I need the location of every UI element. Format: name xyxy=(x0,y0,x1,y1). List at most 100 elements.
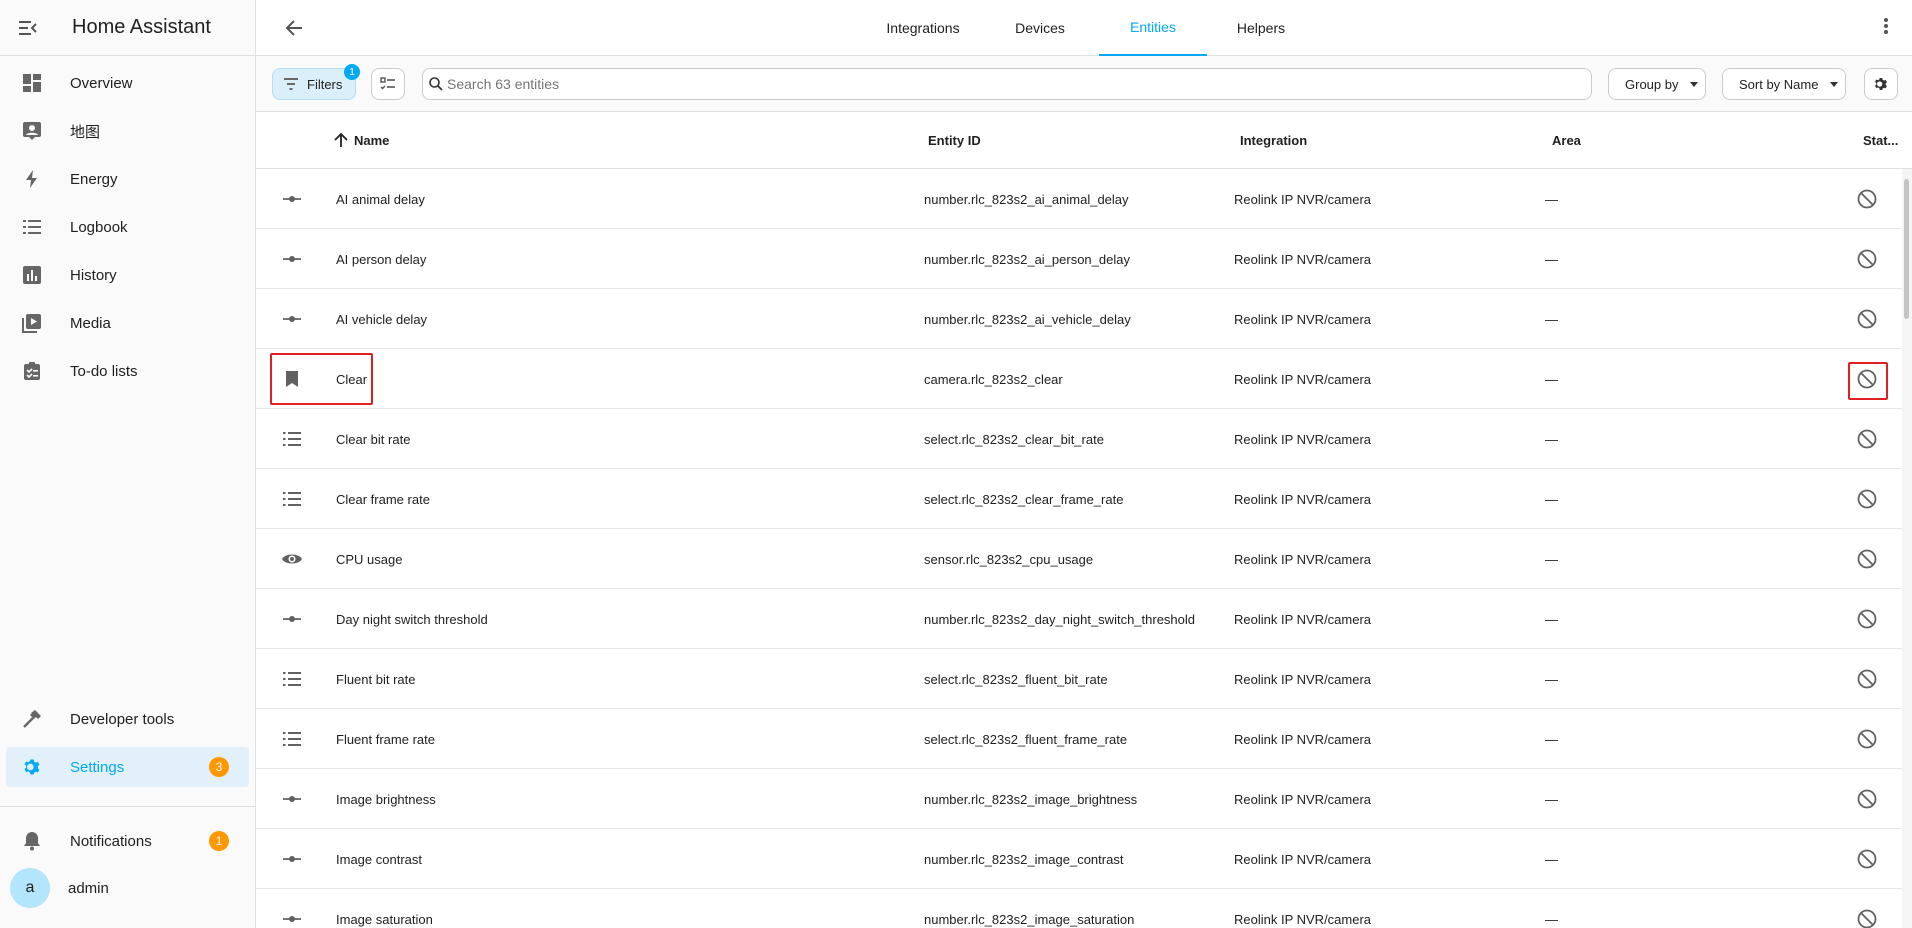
table-row[interactable]: Fluent bit rate select.rlc_823s2_fluent_b… xyxy=(256,649,1902,709)
group-by-dropdown[interactable]: Group by xyxy=(1608,68,1706,100)
table-row[interactable]: AI animal delay number.rlc_823s2_ai_anima… xyxy=(256,169,1902,229)
map-icon xyxy=(10,121,54,141)
sidebar-item-label: Notifications xyxy=(70,832,152,850)
eye-icon xyxy=(272,529,312,589)
tab-helpers[interactable]: Helpers xyxy=(1207,0,1315,56)
disabled-status-icon[interactable] xyxy=(1847,289,1887,349)
entity-area: — xyxy=(1545,611,1558,627)
sidebar-item-media[interactable]: Media xyxy=(6,303,249,343)
entity-id: number.rlc_823s2_image_brightness xyxy=(924,791,1138,807)
sidebar: Home Assistant Overview 地图 Energy Logboo… xyxy=(0,0,256,928)
menu-toggle-icon[interactable] xyxy=(0,0,56,56)
table-row[interactable]: Image contrast number.rlc_823s2_image_con… xyxy=(256,829,1902,889)
selection-mode-button[interactable] xyxy=(371,68,405,100)
search-input[interactable] xyxy=(447,76,1547,92)
table-row[interactable]: AI vehicle delay number.rlc_823s2_ai_vehi… xyxy=(256,289,1902,349)
sidebar-item-label: 地图 xyxy=(70,123,101,141)
disabled-status-icon[interactable] xyxy=(1847,409,1887,469)
column-header-area[interactable]: Area xyxy=(1552,112,1581,168)
slider-icon xyxy=(272,289,312,349)
gear-icon xyxy=(10,757,54,777)
entity-area: — xyxy=(1545,491,1558,507)
entity-name: AI vehicle delay xyxy=(336,311,428,327)
slider-icon xyxy=(272,889,312,928)
caret-down-icon xyxy=(1690,81,1699,87)
scrollbar[interactable] xyxy=(1902,169,1912,928)
entity-id: select.rlc_823s2_clear_frame_rate xyxy=(924,491,1124,507)
disabled-status-icon[interactable] xyxy=(1847,169,1887,229)
entity-name: Image saturation xyxy=(336,911,433,927)
entity-name: Image brightness xyxy=(336,791,436,807)
avatar: a xyxy=(10,868,50,908)
disabled-status-icon[interactable] xyxy=(1847,529,1887,589)
sidebar-item-energy[interactable]: Energy xyxy=(6,159,249,199)
sidebar-item-user[interactable]: a admin xyxy=(6,868,249,908)
search-bar xyxy=(422,68,1592,100)
entity-id: number.rlc_823s2_ai_person_delay xyxy=(924,251,1130,267)
sidebar-item-developer-tools[interactable]: Developer tools xyxy=(6,699,249,739)
table-row[interactable]: Fluent frame rate select.rlc_823s2_fluent… xyxy=(256,709,1902,769)
search-icon xyxy=(429,77,443,91)
back-arrow-icon[interactable] xyxy=(280,14,308,42)
disabled-status-icon[interactable] xyxy=(1847,469,1887,529)
tab-devices[interactable]: Devices xyxy=(986,0,1094,56)
column-header-name[interactable]: Name xyxy=(334,112,389,168)
sidebar-item-label: Logbook xyxy=(70,218,128,236)
table-row[interactable]: Clear bit rate select.rlc_823s2_clear_bit… xyxy=(256,409,1902,469)
sidebar-header: Home Assistant xyxy=(0,0,255,56)
disabled-status-icon[interactable] xyxy=(1847,889,1887,928)
disabled-status-icon[interactable] xyxy=(1847,769,1887,829)
highlight-box xyxy=(1848,362,1888,400)
entity-name: Clear frame rate xyxy=(336,491,430,507)
sort-by-dropdown[interactable]: Sort by Name xyxy=(1722,68,1846,100)
table-row[interactable]: Day night switch threshold number.rlc_823… xyxy=(256,589,1902,649)
slider-icon xyxy=(272,829,312,889)
entity-integration: Reolink IP NVR/camera xyxy=(1234,251,1372,267)
table-row[interactable]: Clear frame rate select.rlc_823s2_clear_f… xyxy=(256,469,1902,529)
table-row[interactable]: Image brightness number.rlc_823s2_image_b… xyxy=(256,769,1902,829)
entity-integration: Reolink IP NVR/camera xyxy=(1234,911,1372,927)
column-header-integration[interactable]: Integration xyxy=(1240,112,1307,168)
tab-integrations[interactable]: Integrations xyxy=(860,0,986,56)
sidebar-item-label: Media xyxy=(70,314,111,332)
chart-icon xyxy=(10,265,54,285)
table-row[interactable]: AI person delay number.rlc_823s2_ai_perso… xyxy=(256,229,1902,289)
disabled-status-icon[interactable] xyxy=(1847,589,1887,649)
lightning-icon xyxy=(10,169,54,189)
sidebar-item-history[interactable]: History xyxy=(6,255,249,295)
table-row[interactable]: Image saturation number.rlc_823s2_image_s… xyxy=(256,889,1902,928)
caret-down-icon xyxy=(1830,81,1839,87)
entity-integration: Reolink IP NVR/camera xyxy=(1234,671,1372,687)
table-row[interactable]: CPU usage sensor.rlc_823s2_cpu_usage Reoli… xyxy=(256,529,1902,589)
table-settings-button[interactable] xyxy=(1864,68,1898,100)
scroll-thumb[interactable] xyxy=(1904,179,1909,319)
slider-icon xyxy=(272,589,312,649)
column-header-entity-id[interactable]: Entity ID xyxy=(928,112,981,168)
disabled-status-icon[interactable] xyxy=(1847,649,1887,709)
table-header: Name Entity ID Integration Area Stat... xyxy=(256,112,1912,169)
table-row[interactable]: Clear camera.rlc_823s2_clear Reolink IP NV… xyxy=(256,349,1902,409)
sidebar-item-todo[interactable]: To-do lists xyxy=(6,351,249,391)
entity-area: — xyxy=(1545,671,1558,687)
more-options-icon[interactable] xyxy=(1884,16,1888,41)
sidebar-item-notifications[interactable]: Notifications 1 xyxy=(6,821,249,861)
sidebar-item-label: Developer tools xyxy=(70,710,175,728)
entity-id: number.rlc_823s2_day_night_switch_thresh… xyxy=(924,611,1196,627)
disabled-status-icon[interactable] xyxy=(1847,709,1887,769)
entity-id: select.rlc_823s2_fluent_bit_rate xyxy=(924,671,1108,687)
entity-integration: Reolink IP NVR/camera xyxy=(1234,551,1372,567)
disabled-status-icon[interactable] xyxy=(1847,829,1887,889)
sidebar-item-settings[interactable]: Settings 3 xyxy=(6,747,249,787)
disabled-status-icon[interactable] xyxy=(1847,229,1887,289)
entity-area: — xyxy=(1545,191,1558,207)
list-icon xyxy=(272,709,312,769)
column-header-status[interactable]: Stat... xyxy=(1863,112,1898,168)
entity-integration: Reolink IP NVR/camera xyxy=(1234,431,1372,447)
sidebar-item-logbook[interactable]: Logbook xyxy=(6,207,249,247)
sidebar-item-overview[interactable]: Overview xyxy=(6,63,249,103)
top-bar: Integrations Devices Entities Helpers xyxy=(256,0,1912,56)
tab-entities[interactable]: Entities xyxy=(1099,0,1207,56)
sidebar-item-map[interactable]: 地图 xyxy=(6,111,249,151)
highlight-box xyxy=(270,353,373,405)
entity-name: Fluent bit rate xyxy=(336,671,416,687)
